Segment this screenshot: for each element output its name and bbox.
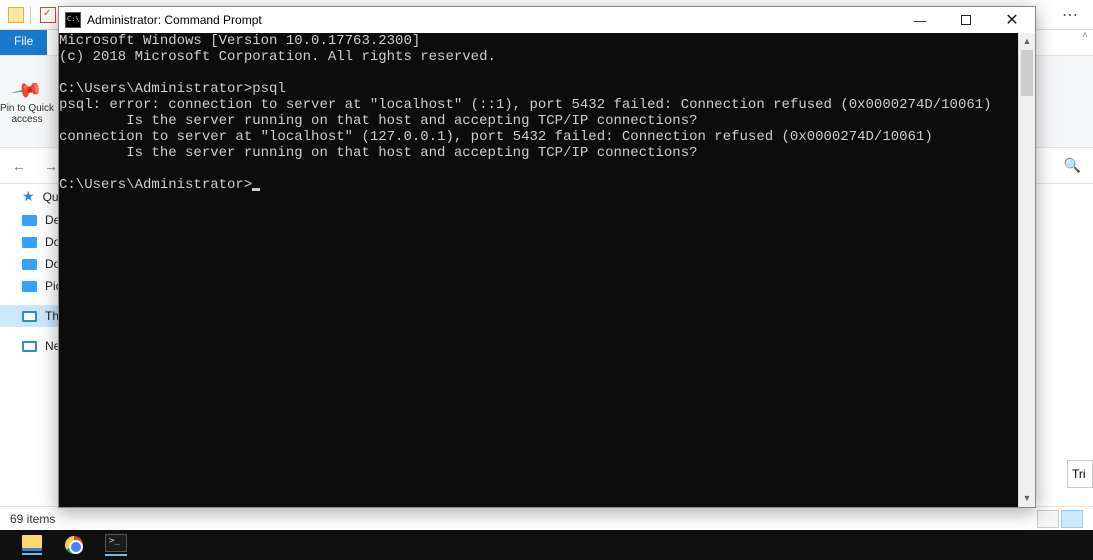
- scroll-thumb[interactable]: [1021, 50, 1033, 96]
- network-icon: [22, 341, 37, 352]
- trial-badge[interactable]: Tri: [1067, 460, 1093, 488]
- command-prompt-window: Administrator: Command Prompt — ✕ Micros…: [58, 6, 1036, 508]
- details-view-button[interactable]: [1037, 510, 1059, 528]
- taskbar-chrome[interactable]: [60, 533, 88, 557]
- cmd-console-output[interactable]: Microsoft Windows [Version 10.0.17763.23…: [59, 33, 1018, 507]
- folder-icon: [22, 281, 37, 292]
- scroll-down-button[interactable]: ▼: [1019, 490, 1035, 507]
- cmd-window-title: Administrator: Command Prompt: [87, 13, 262, 27]
- cursor: [252, 188, 260, 191]
- folder-icon: [8, 7, 24, 23]
- cmd-icon: [65, 12, 81, 28]
- cmd-scrollbar[interactable]: ▲ ▼: [1018, 33, 1035, 507]
- file-tab[interactable]: File: [0, 30, 47, 55]
- taskbar-file-explorer[interactable]: [18, 533, 46, 557]
- cmd-icon: [105, 534, 127, 552]
- close-button[interactable]: ✕: [989, 7, 1035, 33]
- chevron-up-icon[interactable]: ˄: [1077, 30, 1093, 46]
- explorer-overflow-button[interactable]: ⋯: [1047, 0, 1093, 30]
- star-icon: ★: [22, 188, 35, 205]
- cmd-titlebar[interactable]: Administrator: Command Prompt — ✕: [59, 7, 1035, 33]
- scroll-up-button[interactable]: ▲: [1019, 33, 1035, 50]
- monitor-icon: [22, 311, 37, 322]
- status-item-count: 69 items: [10, 512, 55, 526]
- taskbar[interactable]: [0, 530, 1093, 560]
- icons-view-button[interactable]: [1061, 510, 1083, 528]
- nav-back-button[interactable]: ←: [6, 153, 32, 179]
- search-icon[interactable]: 🔍: [1064, 157, 1087, 174]
- folder-icon: [22, 259, 37, 270]
- folder-icon: [22, 237, 37, 248]
- maximize-button[interactable]: [943, 7, 989, 33]
- minimize-button[interactable]: —: [897, 7, 943, 33]
- separator: [30, 6, 31, 24]
- pin-to-quick-access-button[interactable]: 📌 Pin to Quick access: [0, 78, 54, 125]
- chrome-icon: [65, 536, 83, 554]
- scroll-track[interactable]: [1019, 96, 1035, 490]
- explorer-statusbar: 69 items: [0, 506, 1093, 530]
- qat-properties-icon[interactable]: [40, 7, 56, 23]
- explorer-icon: [22, 535, 42, 551]
- folder-icon: [22, 215, 37, 226]
- taskbar-command-prompt[interactable]: [102, 533, 130, 557]
